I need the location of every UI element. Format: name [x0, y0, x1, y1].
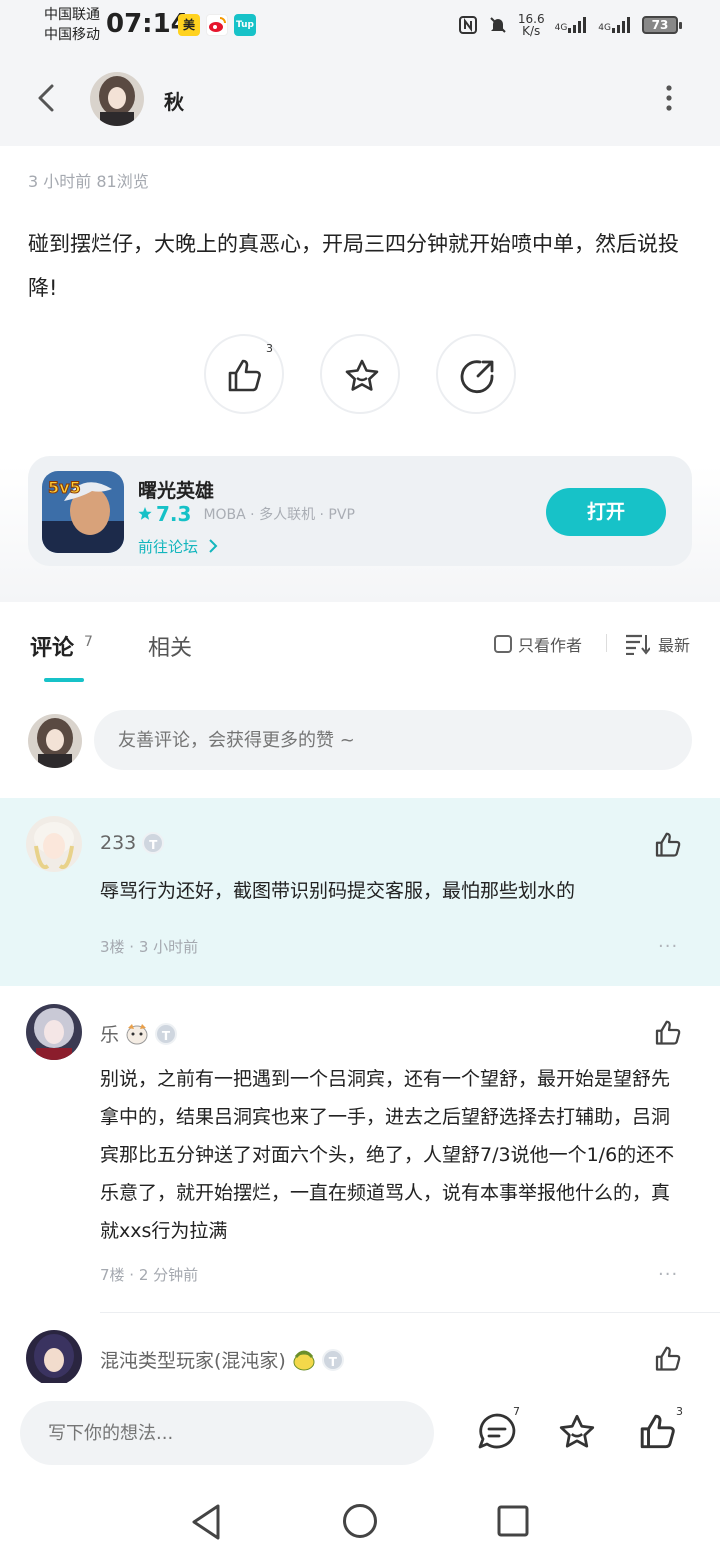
rating-star-icon [138, 507, 152, 520]
comment-tabs: 评论 7 相关 只看作者 最新 [0, 602, 720, 692]
back-triangle-icon[interactable] [188, 1503, 224, 1541]
carrier-names: 中国联通 中国移动 [44, 5, 100, 45]
mute-bell-icon [490, 17, 506, 33]
game-name: 曙光英雄 [138, 480, 215, 502]
comment-divider [100, 1312, 720, 1313]
favorite-button[interactable] [556, 1411, 598, 1453]
game-card[interactable]: 5v5 曙光英雄 7.3 MOBA · 多人联机 · PVP 前往论坛 打开 [28, 456, 692, 566]
like-count: 3 [266, 342, 273, 355]
carrier-1: 中国联通 [44, 7, 100, 23]
tup-app-icon: Tup [234, 14, 256, 36]
comment-text: 辱骂行为还好，截图带识别码提交客服，最怕那些划水的 [100, 880, 576, 902]
system-nav-bar [0, 1483, 720, 1560]
thumbs-up-icon [655, 1020, 681, 1045]
comment-text: 别说，之前有一把遇到一个吕洞宾，还有一个望舒，最开始是望舒先拿中的，结果吕洞宾也… [100, 1068, 675, 1242]
like-button[interactable]: 3 [204, 334, 284, 414]
compose-row [0, 692, 720, 798]
share-icon [460, 360, 494, 394]
thumbs-up-icon [228, 359, 261, 392]
meituan-app-icon: 美 [178, 14, 200, 36]
more-vertical-icon [666, 85, 672, 111]
only-author-checkbox[interactable] [494, 635, 512, 653]
thumbs-up-icon [640, 1414, 675, 1449]
network-speed: 16.6 K/s [517, 12, 545, 38]
my-avatar [28, 714, 82, 768]
comment-input[interactable] [94, 710, 692, 770]
commenter-avatar[interactable] [26, 1004, 82, 1060]
signal-1-icon: 4G [555, 17, 589, 33]
like-count: 3 [676, 1405, 683, 1418]
commenter-avatar[interactable] [26, 1330, 82, 1383]
post-body: 碰到摆烂仔，大晚上的真恶心，开局三四分钟就开始喷中单，然后说投降! [28, 232, 679, 300]
level-badge-icon: T [155, 1022, 178, 1045]
comment-like-button[interactable] [654, 1344, 684, 1374]
author-avatar[interactable] [90, 72, 144, 126]
home-circle-icon[interactable] [342, 1503, 378, 1539]
thumbs-up-icon [655, 1346, 681, 1371]
recents-square-icon[interactable] [496, 1504, 530, 1538]
comments-button[interactable] [476, 1411, 518, 1453]
sort-button[interactable]: 最新 [624, 632, 690, 656]
commenter-name[interactable]: 混沌类型玩家(混沌家) T [100, 1346, 344, 1373]
level-badge-icon: T [321, 1348, 344, 1371]
pet-badge-icon [126, 1023, 148, 1044]
comment-item: 混沌类型玩家(混沌家) T [0, 1314, 720, 1383]
tab-related[interactable]: 相关 [148, 630, 192, 662]
carrier-2: 中国移动 [44, 27, 100, 43]
commenter-name[interactable]: 乐 T [100, 1020, 178, 1047]
thoughts-input[interactable] [20, 1401, 434, 1465]
more-options-button[interactable] [656, 80, 682, 116]
level-badge-icon: T [142, 832, 165, 854]
comment-meta: 3楼 · 3 小时前 [100, 938, 199, 956]
tab-comments[interactable]: 评论 [30, 630, 74, 662]
game-rating: 7.3 MOBA · 多人联机 · PVP [138, 502, 355, 526]
comments-count: 7 [513, 1405, 520, 1418]
favorite-button[interactable] [320, 334, 400, 414]
system-icons: 16.6 K/s 4G 4G 73 [458, 10, 682, 40]
game-icon: 5v5 [42, 471, 124, 553]
status-bar: 中国联通 中国移动 07:14 美 Tup 16.6 K/s 4G 4G 73 [0, 0, 720, 50]
comment-bubble-icon [478, 1413, 516, 1449]
only-author-toggle[interactable]: 只看作者 [494, 632, 582, 656]
like-button[interactable] [638, 1411, 680, 1453]
star-icon [345, 359, 379, 391]
battery-icon: 73 [642, 16, 682, 34]
post-card: 3 小时前 81浏览 碰到摆烂仔，大晚上的真恶心，开局三四分钟就开始喷中单，然后… [0, 146, 720, 602]
comment-item: 233 T 辱骂行为还好，截图带识别码提交客服，最怕那些划水的 3楼 · 3 小… [0, 798, 720, 986]
comment-like-button[interactable] [654, 1018, 684, 1048]
forum-link[interactable]: 前往论坛 [138, 536, 219, 557]
share-button[interactable] [436, 334, 516, 414]
post-meta: 3 小时前 81浏览 [28, 172, 149, 191]
author-name[interactable]: 秋 [164, 86, 184, 115]
star-icon [559, 1414, 595, 1448]
tab-comments-count: 7 [84, 634, 93, 650]
back-button[interactable] [28, 78, 64, 118]
game-tags: MOBA · 多人联机 · PVP [203, 507, 355, 523]
thumbs-up-icon [655, 832, 681, 857]
comment-like-button[interactable] [654, 830, 684, 860]
chevron-right-icon [209, 539, 218, 553]
commenter-name[interactable]: 233 T [100, 832, 165, 854]
rating-value: 7.3 [156, 502, 192, 526]
chevron-left-icon [38, 84, 54, 112]
clock: 07:14 [106, 9, 189, 39]
pet-badge-icon [293, 1350, 315, 1370]
nfc-icon [458, 16, 477, 34]
comment-more-button[interactable]: ··· [658, 936, 678, 957]
bottom-action-bar: 7 3 [0, 1383, 720, 1483]
weibo-app-icon [206, 14, 228, 36]
signal-2-icon: 4G [598, 17, 632, 33]
comment-meta: 7楼 · 2 分钟前 [100, 1266, 199, 1284]
active-tab-indicator [44, 678, 84, 682]
sort-list-icon [626, 634, 650, 655]
post-header: 秋 [0, 50, 720, 146]
comment-item: 乐 T 别说，之前有一把遇到一个吕洞宾，还有一个望舒，最开始是望舒先拿中的，结果… [0, 986, 720, 1314]
open-game-button[interactable]: 打开 [546, 488, 666, 536]
commenter-avatar[interactable] [26, 816, 82, 872]
svg-text:5v5: 5v5 [48, 478, 81, 497]
comment-more-button[interactable]: ··· [658, 1264, 678, 1285]
divider [606, 634, 607, 652]
